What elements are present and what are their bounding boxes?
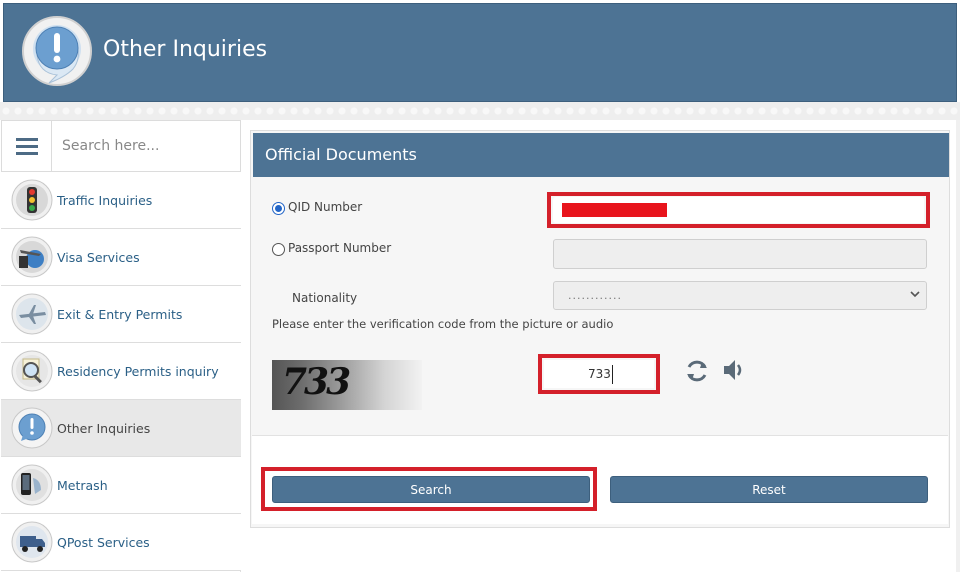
search-button[interactable]: Search (272, 476, 590, 503)
sidebar-item-other-inquiries[interactable]: Other Inquiries (1, 400, 241, 457)
sidebar-search-input[interactable] (52, 121, 240, 171)
delivery-truck-icon (11, 521, 53, 563)
phone-icon (11, 464, 53, 506)
page-header: Other Inquiries (3, 3, 957, 102)
exclamation-bubble-icon (11, 407, 53, 449)
passport-input[interactable] (553, 239, 927, 269)
hamburger-menu-icon[interactable] (2, 121, 52, 171)
text-cursor (612, 365, 613, 384)
sidebar-item-label: Residency Permits inquiry (57, 363, 219, 379)
nationality-label: Nationality (292, 291, 358, 305)
sidebar-item-label: QPost Services (57, 534, 150, 550)
captcha-image: 733 (272, 360, 422, 410)
passport-label: Passport Number (288, 241, 392, 255)
chevron-down-icon (910, 291, 920, 298)
sidebar-item-exit-entry-permits[interactable]: Exit & Entry Permits (1, 286, 241, 343)
globe-plane-icon (11, 236, 53, 278)
redacted-qid-value (562, 203, 667, 217)
airplane-icon (11, 293, 53, 335)
speaker-icon[interactable] (721, 357, 747, 383)
sidebar-item-metrash[interactable]: Metrash (1, 457, 241, 514)
page-title: Other Inquiries (103, 37, 268, 62)
sidebar-item-label: Traffic Inquiries (57, 192, 153, 208)
page-edge (956, 120, 960, 572)
qid-label: QID Number (288, 200, 363, 214)
verification-code-input[interactable] (544, 360, 654, 388)
passport-radio[interactable] (272, 243, 285, 256)
traffic-light-icon (11, 179, 53, 221)
sidebar-item-label: Other Inquiries (57, 420, 151, 436)
sidebar-item-label: Visa Services (57, 249, 140, 265)
verification-prompt: Please enter the verification code from … (272, 317, 614, 331)
refresh-icon[interactable] (684, 358, 710, 384)
nationality-select[interactable]: ............ (553, 281, 927, 310)
sidebar-item-residency-permits[interactable]: Residency Permits inquiry (1, 343, 241, 400)
sidebar-item-qpost-services[interactable]: QPost Services (1, 514, 241, 571)
sidebar-item-label: Metrash (57, 477, 108, 493)
sidebar-search-row (1, 120, 241, 172)
panel-header: Official Documents (253, 133, 949, 177)
captcha-text: 733 (282, 361, 351, 403)
reset-button[interactable]: Reset (610, 476, 928, 503)
decorative-pattern-strip (0, 102, 960, 120)
panel-title: Official Documents (265, 145, 417, 164)
sidebar-item-label: Exit & Entry Permits (57, 306, 183, 322)
sidebar-item-traffic-inquiries[interactable]: Traffic Inquiries (1, 172, 241, 229)
magnifier-icon (11, 350, 53, 392)
nationality-value: ............ (568, 289, 622, 302)
sidebar-item-visa-services[interactable]: Visa Services (1, 229, 241, 286)
qid-radio[interactable] (272, 202, 285, 215)
sidebar: Traffic Inquiries Visa Services Exit & E… (1, 120, 241, 572)
exclamation-bubble-icon (22, 16, 92, 86)
